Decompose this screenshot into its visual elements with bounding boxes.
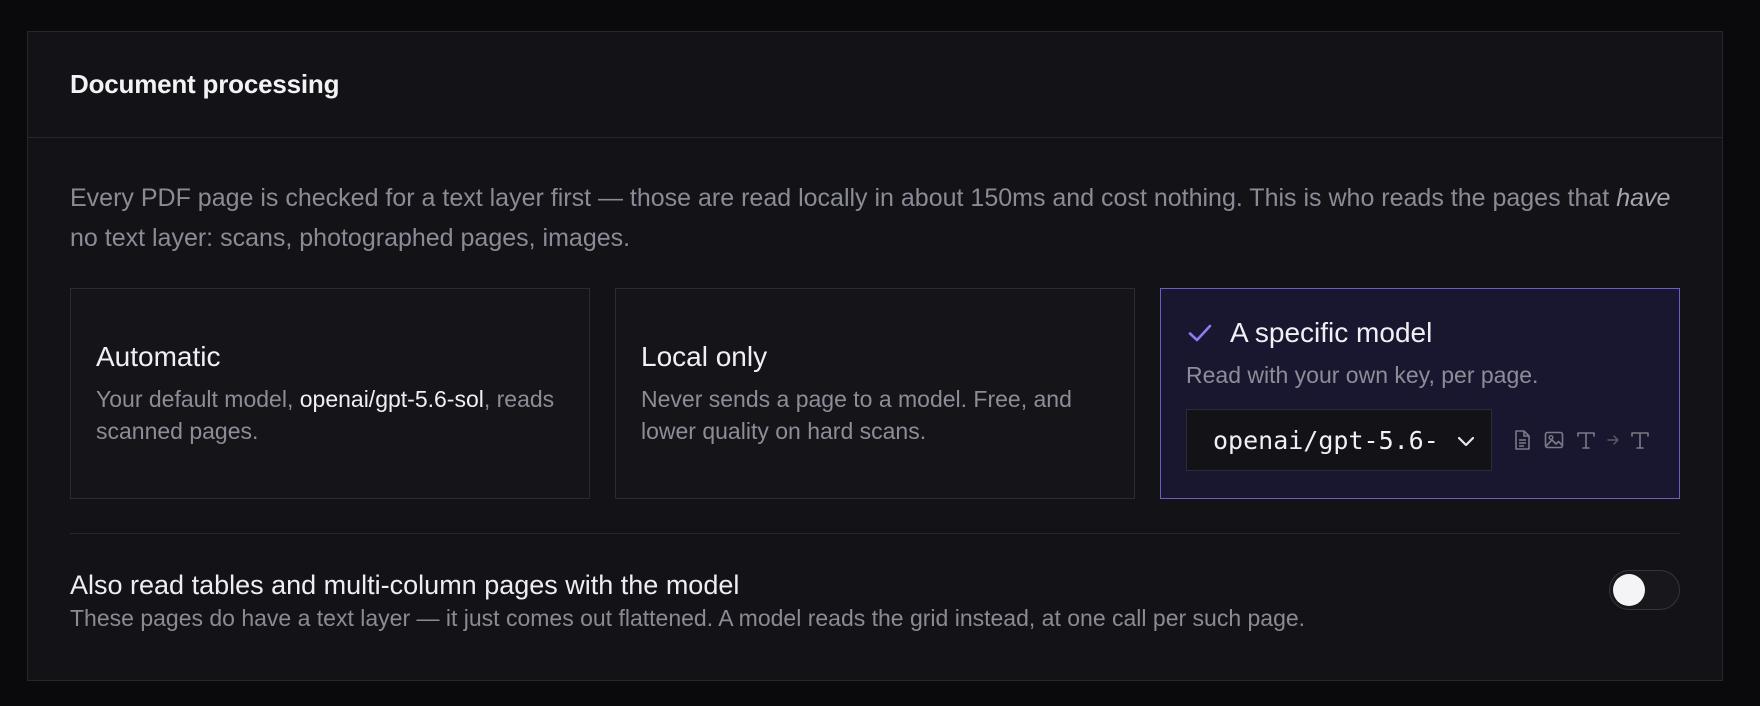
model-select-value: openai/gpt-5.6- xyxy=(1213,425,1439,455)
text-icon xyxy=(1574,428,1598,452)
toggle-title: Also read tables and multi-column pages … xyxy=(70,570,740,600)
intro-emphasis: have xyxy=(1616,184,1671,212)
processing-options: Automatic Your default model, openai/gpt… xyxy=(70,288,1680,499)
option-title: Local only xyxy=(641,340,768,372)
option-title: A specific model xyxy=(1230,317,1433,348)
document-icon xyxy=(1510,428,1534,452)
arrow-right-icon xyxy=(1606,428,1620,452)
option-local-only[interactable]: Local only Never sends a page to a model… xyxy=(615,288,1135,499)
tables-toggle-switch[interactable] xyxy=(1609,570,1680,610)
check-icon xyxy=(1186,319,1214,347)
intro-text: Every PDF page is checked for a text lay… xyxy=(70,178,1680,258)
intro-part-2: no text layer: scans, photographed pages… xyxy=(70,224,631,252)
option-description: Read with your own key, per page. xyxy=(1186,362,1539,388)
panel-header: Document processing xyxy=(28,32,1722,138)
image-icon xyxy=(1542,428,1566,452)
model-capabilities xyxy=(1510,428,1652,452)
default-model-name: openai/gpt-5.6-sol xyxy=(299,385,484,412)
option-specific-model[interactable]: A specific model Read with your own key,… xyxy=(1160,288,1680,499)
document-processing-panel: Document processing Every PDF page is ch… xyxy=(27,31,1723,681)
option-title: Automatic xyxy=(96,340,221,372)
option-header: A specific model xyxy=(1186,317,1654,349)
intro-part-1: Every PDF page is checked for a text lay… xyxy=(70,184,1617,212)
panel-body: Every PDF page is checked for a text lay… xyxy=(28,138,1722,632)
toggle-knob xyxy=(1613,574,1645,606)
model-select-row: openai/gpt-5.6- xyxy=(1186,409,1654,471)
toggle-text: Also read tables and multi-column pages … xyxy=(70,570,1305,632)
text-icon xyxy=(1628,428,1652,452)
option-description: Your default model, openai/gpt-5.6-sol, … xyxy=(96,383,564,447)
option-automatic[interactable]: Automatic Your default model, openai/gpt… xyxy=(70,288,590,499)
option-desc-before: Your default model, xyxy=(96,385,300,412)
option-description: Never sends a page to a model. Free, and… xyxy=(641,385,1072,444)
model-select[interactable]: openai/gpt-5.6- xyxy=(1186,409,1492,471)
chevron-down-icon xyxy=(1455,429,1477,451)
toggle-description: These pages do have a text layer — it ju… xyxy=(70,605,1306,631)
panel-title: Document processing xyxy=(70,69,340,99)
tables-toggle-row: Also read tables and multi-column pages … xyxy=(70,534,1680,632)
